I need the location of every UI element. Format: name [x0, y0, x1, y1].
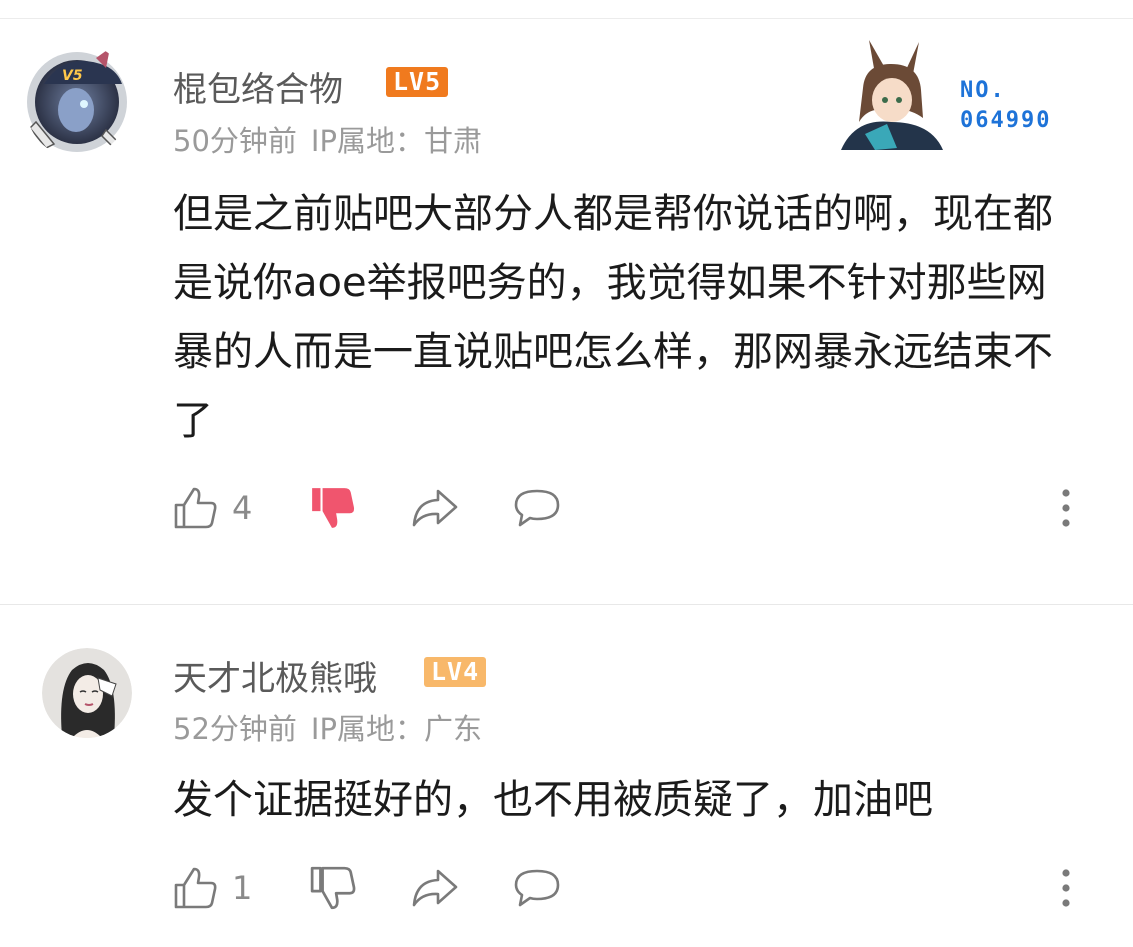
comment-text[interactable]: 发个证据挺好的，也不用被质疑了，加油吧 [173, 766, 1083, 835]
speech-bubble-icon [512, 865, 562, 911]
speech-bubble-icon [512, 485, 562, 531]
ip-location: IP属地：广东 [310, 712, 482, 746]
svg-text:V5: V5 [62, 68, 83, 84]
ip-location: IP属地：甘肃 [310, 124, 482, 158]
comment-time: 52分钟前 [173, 712, 297, 746]
share-arrow-icon [410, 485, 460, 531]
comment-text[interactable]: 但是之前贴吧大部分人都是帮你说话的啊，现在都是说你aoe举报吧务的，我觉得如果不… [173, 180, 1083, 456]
thumbs-up-icon [172, 485, 218, 531]
thumbs-down-filled-icon [309, 484, 357, 532]
pendant-number: 064990 [960, 108, 1052, 133]
comment-time: 50分钟前 [173, 124, 297, 158]
thumbs-up-icon [172, 865, 218, 911]
comment-actions: 4 [0, 478, 1133, 538]
like-count: 4 [232, 489, 253, 527]
pendant-number-label: NO. [960, 78, 1006, 103]
share-button[interactable] [410, 478, 460, 538]
more-button[interactable] [1056, 858, 1076, 918]
like-count: 1 [232, 869, 253, 907]
more-button[interactable] [1056, 478, 1076, 538]
more-vertical-icon [1056, 865, 1076, 911]
comment-item: V5 棍包络合物 LV5 50分钟前 IP属地：甘肃 NO. 064990 但是之… [0, 0, 1133, 600]
level-badge: LV5 [386, 67, 449, 97]
reply-button[interactable] [512, 858, 562, 918]
share-button[interactable] [410, 858, 460, 918]
reply-button[interactable] [512, 478, 562, 538]
more-vertical-icon [1056, 485, 1076, 531]
comment-meta: 50分钟前 IP属地：甘肃 [173, 118, 482, 160]
username[interactable]: 天才北极熊哦 [173, 651, 377, 700]
like-button[interactable]: 1 [172, 858, 252, 918]
avatar-pendant [835, 38, 1065, 150]
dislike-button[interactable] [309, 858, 357, 918]
sketch-girl-avatar[interactable] [42, 648, 132, 738]
thumbs-down-icon [309, 864, 357, 912]
dislike-button[interactable] [309, 478, 357, 538]
like-button[interactable]: 4 [172, 478, 252, 538]
username[interactable]: 棍包络合物 [173, 62, 343, 111]
level-badge: LV4 [424, 657, 487, 687]
comment-meta: 52分钟前 IP属地：广东 [173, 706, 482, 748]
comment-item: 天才北极熊哦 LV4 52分钟前 IP属地：广东 发个证据挺好的，也不用被质疑了，… [0, 606, 1133, 947]
comment-divider [0, 604, 1133, 605]
share-arrow-icon [410, 865, 460, 911]
comment-actions: 1 [0, 858, 1133, 918]
hooded-character-avatar[interactable]: V5 [26, 44, 128, 156]
